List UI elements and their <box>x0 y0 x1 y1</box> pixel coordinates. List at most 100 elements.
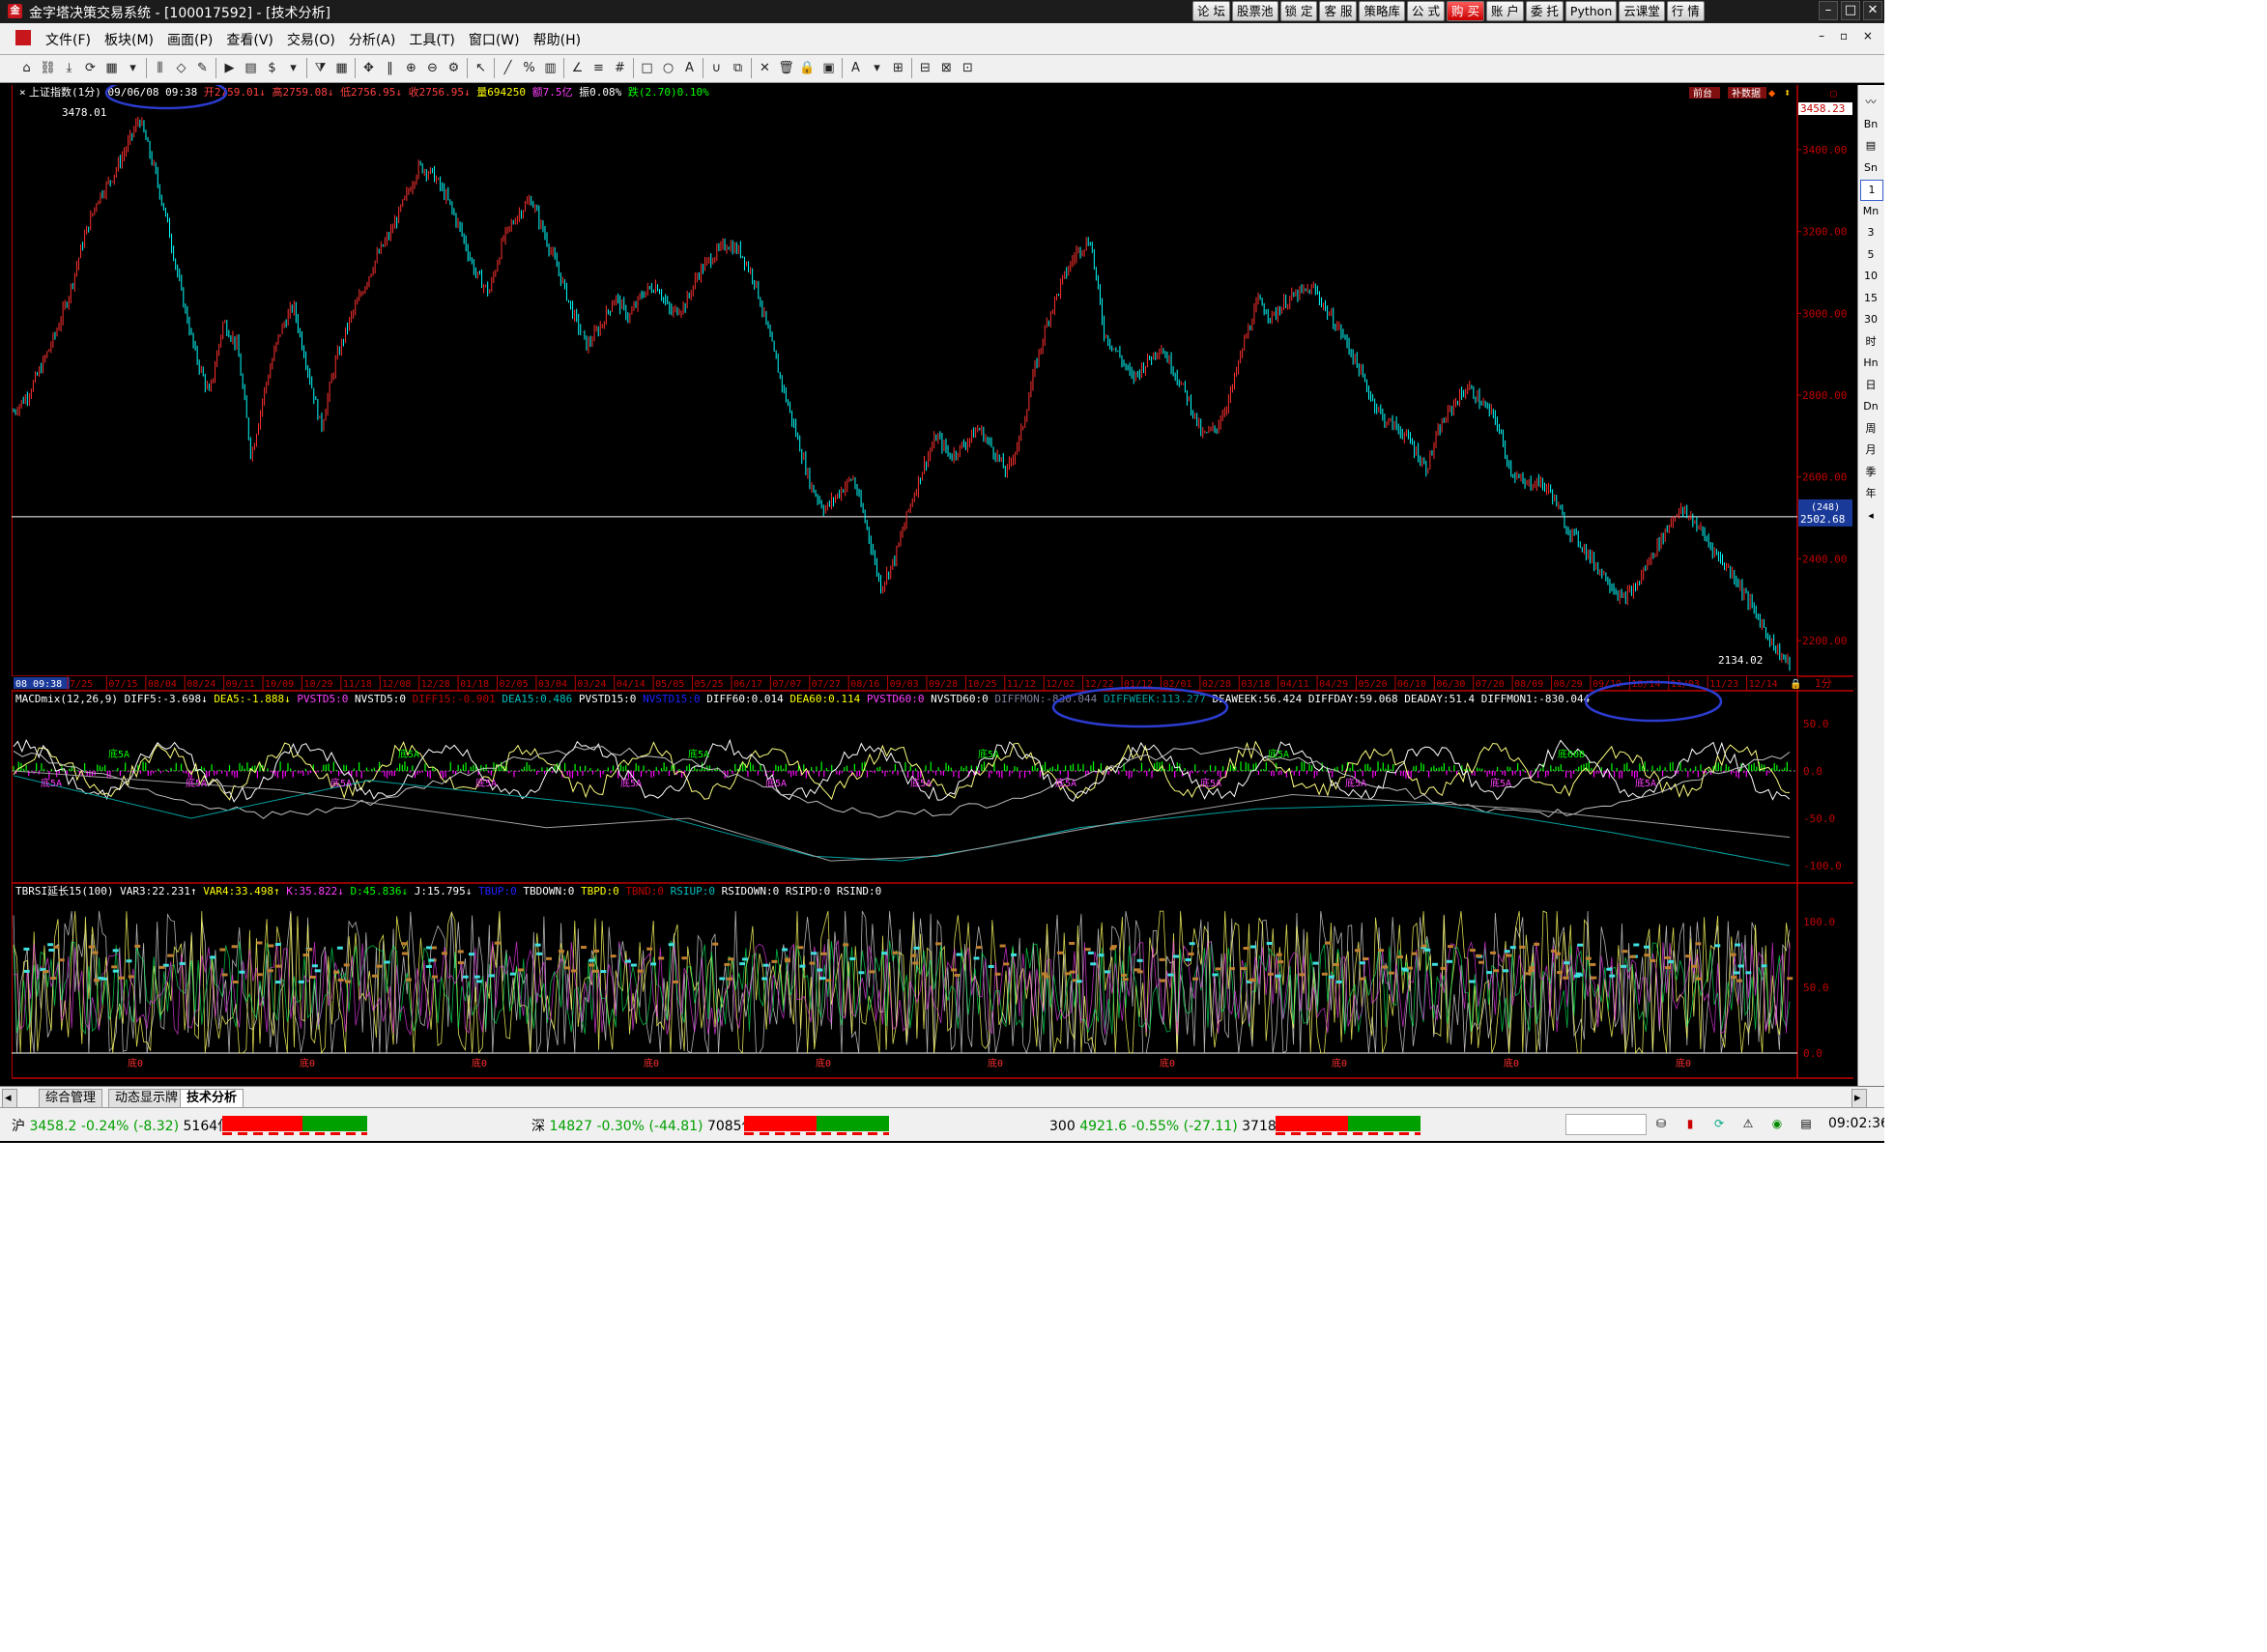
diamond-icon[interactable]: ◆ <box>1768 86 1776 100</box>
menu-item[interactable]: 帮助(H) <box>527 30 588 49</box>
period-button[interactable]: Hn <box>1860 354 1881 373</box>
alert-icon[interactable]: ▮ <box>1683 1117 1697 1130</box>
top-button[interactable]: 购 买 <box>1446 1 1484 21</box>
connection-icon[interactable]: ⛁ <box>1654 1117 1668 1130</box>
period-button[interactable]: 年 <box>1860 484 1881 503</box>
period-button[interactable]: Sn <box>1860 158 1881 178</box>
page-icon[interactable]: ▤ <box>242 59 260 77</box>
top-button[interactable]: 锁 定 <box>1279 1 1318 21</box>
period-button[interactable]: 5 <box>1860 245 1881 265</box>
menu-item[interactable]: 窗口(W) <box>462 30 527 49</box>
bar-chart-icon[interactable]: ⫼ <box>151 59 169 77</box>
minimize-button[interactable]: – <box>1819 1 1838 20</box>
period-button[interactable]: 〰 <box>1860 93 1881 112</box>
period-button[interactable]: 周 <box>1860 419 1881 439</box>
rect-icon[interactable]: □ <box>638 59 656 77</box>
percent-icon[interactable]: % <box>520 59 538 77</box>
edit-icon[interactable]: ✎ <box>193 59 212 77</box>
tab-scroll-left[interactable]: ◂ <box>2 1089 17 1108</box>
home-icon[interactable]: ⌂ <box>17 59 36 77</box>
sz-index[interactable]: 深 14827 -0.30% (-44.81) 7085亿 <box>531 1116 756 1135</box>
maximize-button[interactable]: □ <box>1841 1 1860 20</box>
period-button[interactable]: 30 <box>1860 310 1881 329</box>
angle-icon[interactable]: ∠ <box>568 59 587 77</box>
download-icon[interactable]: ⤓ <box>60 59 78 77</box>
move-icon[interactable]: ✥ <box>359 59 378 77</box>
menu-item[interactable]: 板块(M) <box>98 30 160 49</box>
period-button[interactable]: Dn <box>1860 397 1881 416</box>
zoom-in-icon[interactable]: ⊕ <box>402 59 420 77</box>
period-button[interactable]: 日 <box>1860 376 1881 395</box>
play-icon[interactable]: ▶ <box>220 59 239 77</box>
dollar-icon[interactable]: $ <box>263 59 281 77</box>
menu-item[interactable]: 画面(P) <box>160 30 219 49</box>
diamond-icon[interactable]: ◇ <box>172 59 190 77</box>
sh-index[interactable]: 沪 3458.2 -0.24% (-8.32) 5164亿 <box>12 1116 231 1135</box>
tile3-icon[interactable]: ⊠ <box>937 59 956 77</box>
sync-icon[interactable]: ⟳ <box>1712 1117 1726 1130</box>
close-x-icon[interactable]: × <box>19 86 26 99</box>
top-button[interactable]: 论 坛 <box>1192 1 1230 21</box>
save-icon[interactable]: ▣ <box>819 59 838 77</box>
hlines-icon[interactable]: ≡ <box>589 59 608 77</box>
top-button[interactable]: 客 服 <box>1319 1 1358 21</box>
period-button[interactable]: Bn <box>1860 115 1881 134</box>
link-icon[interactable]: ⛓ <box>39 59 57 77</box>
period-button[interactable]: 3 <box>1860 223 1881 242</box>
tile-icon[interactable]: ⊞ <box>889 59 907 77</box>
menu-item[interactable]: 查看(V) <box>219 30 280 49</box>
top-button[interactable]: 行 情 <box>1666 1 1705 21</box>
period-button[interactable]: 时 <box>1860 332 1881 352</box>
menu-item[interactable]: 交易(O) <box>280 30 342 49</box>
tab[interactable]: 技术分析 <box>180 1089 244 1108</box>
period-button[interactable]: ◂ <box>1860 506 1881 526</box>
column-icon[interactable]: ‖ <box>381 59 399 77</box>
trash-icon[interactable]: 🗑 <box>777 59 795 77</box>
chart-area[interactable]: 上证指数(1分) 09/06/08 09:38 开2759.01↓ 高2759.… <box>11 75 1853 1086</box>
pin-icon[interactable]: ⬍ <box>1784 86 1791 100</box>
period-button[interactable]: Mn <box>1860 202 1881 221</box>
period-button[interactable]: ▤ <box>1860 136 1881 156</box>
dropdown-icon[interactable]: ▾ <box>124 59 142 77</box>
close-button[interactable]: ✕ <box>1863 1 1882 20</box>
menu-item[interactable]: 分析(A) <box>342 30 403 49</box>
top-button[interactable]: Python <box>1564 1 1618 21</box>
tab[interactable]: 综合管理 <box>39 1089 103 1108</box>
hash-icon[interactable]: # <box>611 59 629 77</box>
tile2-icon[interactable]: ⊟ <box>916 59 934 77</box>
notes-icon[interactable]: ▤ <box>1799 1117 1813 1130</box>
circle-icon[interactable]: ○ <box>659 59 677 77</box>
lock-icon[interactable]: 🔒 <box>1790 678 1801 690</box>
top-button[interactable]: 云课堂 <box>1619 1 1665 21</box>
top-button[interactable]: 委 托 <box>1525 1 1564 21</box>
zoom-out-icon[interactable]: ⊖ <box>423 59 442 77</box>
text-icon[interactable]: A <box>680 59 699 77</box>
font-color-icon[interactable]: A <box>847 59 865 77</box>
chart-canvas[interactable]: 上证指数(1分) 09/06/08 09:38 开2759.01↓ 高2759.… <box>11 75 1853 1086</box>
period-button[interactable]: 季 <box>1860 463 1881 482</box>
dropdown-icon[interactable]: ▾ <box>868 59 886 77</box>
hs300-index[interactable]: 300 4921.6 -0.55% (-27.11) 3718亿 <box>1049 1116 1290 1135</box>
dropdown-icon[interactable]: ▾ <box>284 59 302 77</box>
grid-icon[interactable]: ▦ <box>102 59 121 77</box>
copy-icon[interactable]: ⧉ <box>729 59 747 77</box>
period-button[interactable]: 月 <box>1860 441 1881 460</box>
grid2-icon[interactable]: ▥ <box>541 59 560 77</box>
gear-icon[interactable]: ⚙ <box>445 59 463 77</box>
period-button[interactable]: 10 <box>1860 267 1881 286</box>
top-button[interactable]: 股票池 <box>1231 1 1278 21</box>
mdi-controls[interactable]: – ▫ × <box>1819 29 1879 43</box>
top-button[interactable]: 策略库 <box>1359 1 1405 21</box>
lock-icon[interactable]: 🔒 <box>798 59 817 77</box>
tab-scroll-right[interactable]: ▸ <box>1851 1089 1867 1108</box>
period-button[interactable]: 15 <box>1860 289 1881 308</box>
status-input-box[interactable] <box>1565 1114 1647 1135</box>
close-icon[interactable]: ✕ <box>756 59 774 77</box>
cursor-icon[interactable]: ↖ <box>472 59 490 77</box>
filter-icon[interactable]: ⧩ <box>311 59 330 77</box>
panel-close-icon[interactable]: ▢ <box>1830 87 1837 100</box>
magnet-icon[interactable]: ∪ <box>707 59 726 77</box>
period-button[interactable]: 1 <box>1860 180 1883 201</box>
table-icon[interactable]: ▦ <box>332 59 351 77</box>
warning-icon[interactable]: ⚠ <box>1741 1117 1755 1130</box>
